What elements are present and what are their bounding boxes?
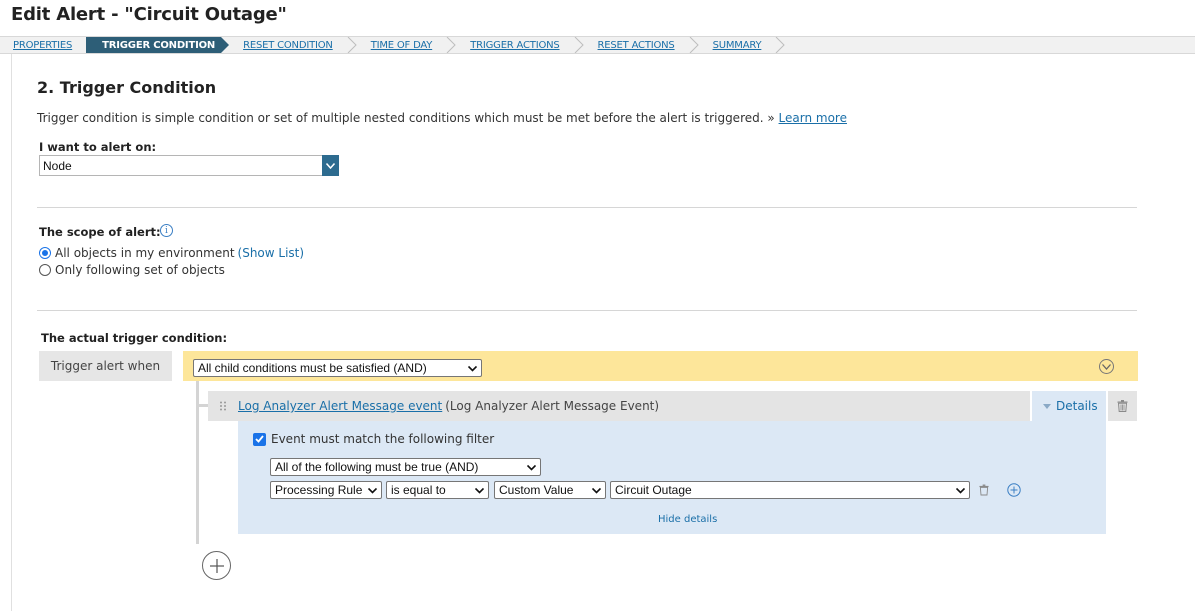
chevron-right-icon: [347, 37, 357, 53]
filter-logic-select[interactable]: All of the following must be true (AND): [270, 458, 541, 476]
scope-label: The scope of alert:: [39, 225, 161, 239]
event-type: (Log Analyzer Alert Message Event): [445, 399, 660, 413]
chevron-down-icon: [468, 365, 477, 372]
step-reset-actions[interactable]: RESET ACTIONS: [584, 37, 689, 53]
trigger-condition-label: The actual trigger condition:: [41, 331, 228, 345]
show-list-link[interactable]: (Show List): [238, 246, 305, 260]
step-summary[interactable]: SUMMARY: [699, 37, 776, 53]
page-title: Edit Alert - "Circuit Outage": [11, 4, 287, 25]
description-text: Trigger condition is simple condition or…: [37, 111, 775, 125]
caret-down-icon: [1043, 403, 1051, 409]
step-properties[interactable]: PROPERTIES: [0, 37, 86, 53]
filter-operator-select[interactable]: is equal to: [386, 481, 489, 499]
chevron-down-icon: [1102, 363, 1111, 370]
panel-border: [11, 54, 12, 611]
trigger-when-label: Trigger alert when: [39, 351, 172, 381]
step-time-of-day[interactable]: TIME OF DAY: [357, 37, 446, 53]
details-toggle[interactable]: Details: [1032, 391, 1106, 421]
add-filter-button[interactable]: [1006, 482, 1021, 497]
info-icon[interactable]: i: [160, 224, 173, 237]
chevron-down-icon: [475, 487, 484, 494]
step-trigger-condition[interactable]: TRIGGER CONDITION: [86, 37, 222, 53]
scope-option-all-label: All objects in my environment: [55, 246, 235, 260]
chevron-down-icon: [527, 464, 536, 471]
hide-details-link[interactable]: Hide details: [658, 514, 717, 525]
radio-following-objects[interactable]: [39, 264, 51, 276]
filter-checkbox-label: Event must match the following filter: [271, 432, 495, 446]
delete-event-button[interactable]: [1108, 391, 1137, 421]
step-trigger-actions[interactable]: TRIGGER ACTIONS: [456, 37, 573, 53]
radio-all-objects[interactable]: [39, 247, 51, 259]
collapse-group-icon[interactable]: [1099, 359, 1114, 374]
chevron-right-icon: [446, 37, 456, 53]
add-condition-button[interactable]: [202, 551, 231, 580]
plus-icon: [209, 558, 224, 573]
delete-filter-button[interactable]: [978, 483, 990, 497]
learn-more-link[interactable]: Learn more: [779, 111, 847, 125]
check-icon: [255, 435, 264, 443]
filter-value-type-select[interactable]: Custom Value: [494, 481, 606, 499]
divider: [37, 207, 1137, 208]
details-label: Details: [1056, 399, 1098, 413]
filter-checkbox[interactable]: [253, 432, 266, 446]
trash-icon: [979, 484, 989, 496]
alert-on-label: I want to alert on:: [39, 140, 157, 154]
divider: [37, 310, 1137, 311]
filter-value-value: Circuit Outage: [615, 483, 692, 497]
condition-logic-select[interactable]: All child conditions must be satisfied (…: [193, 359, 482, 377]
step-reset-condition[interactable]: RESET CONDITION: [229, 37, 347, 53]
filter-value-type-value: Custom Value: [499, 483, 574, 497]
chevron-right-icon: [574, 37, 584, 53]
chevron-right-icon: [776, 37, 786, 53]
wizard-steps: PROPERTIES TRIGGER CONDITION RESET CONDI…: [0, 36, 1195, 54]
scope-option-all[interactable]: All objects in my environment (Show List…: [39, 246, 304, 260]
chevron-down-icon: [368, 487, 377, 494]
chevron-right-icon: [689, 37, 699, 53]
alert-on-value: Node: [43, 158, 72, 173]
filter-operator-value: is equal to: [391, 483, 446, 497]
tree-connector: [196, 404, 208, 407]
event-condition-row: Log Analyzer Alert Message event (Log An…: [208, 391, 1030, 421]
plus-circle-icon: [1006, 482, 1021, 497]
filter-field-value: Processing Rule: [275, 483, 363, 497]
chevron-down-icon: [326, 162, 335, 169]
trash-icon: [1117, 400, 1128, 412]
filter-value-select[interactable]: Circuit Outage: [610, 481, 970, 499]
alert-on-dropdown-button[interactable]: [322, 155, 339, 176]
active-step-arrow: [221, 37, 230, 53]
alert-on-select[interactable]: Node: [39, 155, 323, 176]
section-description: Trigger condition is simple condition or…: [37, 111, 847, 125]
section-title: 2. Trigger Condition: [37, 78, 217, 97]
chevron-down-icon: [592, 487, 601, 494]
condition-logic-value: All child conditions must be satisfied (…: [198, 361, 427, 375]
drag-handle-icon[interactable]: [219, 401, 227, 411]
filter-field-select[interactable]: Processing Rule: [270, 481, 382, 499]
filter-checkbox-row[interactable]: Event must match the following filter: [253, 432, 494, 446]
scope-option-following[interactable]: Only following set of objects: [39, 263, 225, 277]
filter-logic-value: All of the following must be true (AND): [275, 460, 479, 474]
scope-option-following-label: Only following set of objects: [55, 263, 225, 277]
chevron-down-icon: [956, 487, 965, 494]
event-link[interactable]: Log Analyzer Alert Message event: [238, 399, 442, 413]
